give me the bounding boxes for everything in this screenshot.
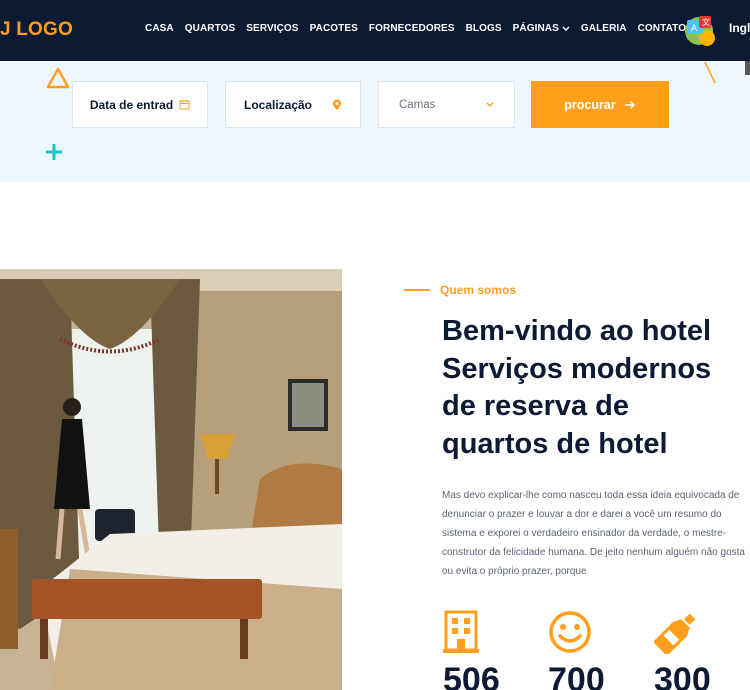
nav-item-paginas[interactable]: PÁGINAS [513, 23, 570, 34]
top-navbar: J LOGO CASA QUARTOS SERVIÇOS PACOTES FOR… [0, 0, 750, 61]
search-button-label: procurar [564, 97, 616, 112]
nav-item-fornecedores[interactable]: FORNECEDORES [369, 23, 455, 34]
beds-placeholder: Camas [399, 98, 436, 111]
arrow-right-icon [624, 100, 635, 109]
nav-item-quartos[interactable]: QUARTOS [185, 23, 236, 34]
nav-label: QUARTOS [184, 23, 236, 34]
svg-text:文: 文 [702, 17, 710, 27]
title-line: Bem-vindo ao hotel [442, 315, 712, 347]
stat-value-rooms: 506 [443, 661, 500, 690]
hotel-room-photo [0, 269, 342, 690]
chevron-down-icon [562, 26, 570, 31]
bottle-icon [654, 613, 696, 654]
nav-item-servicos[interactable]: SERVIÇOS [246, 23, 298, 34]
title-line: quartos de hotel [442, 427, 668, 460]
nav-label: PACOTES [309, 23, 358, 34]
building-icon [443, 610, 479, 653]
line-decoration-icon [704, 61, 716, 84]
nav-label: FORNECEDORES [368, 23, 455, 34]
svg-text:A: A [691, 24, 698, 34]
site-logo[interactable]: J LOGO [0, 19, 73, 41]
section-title: Bem-vindo ao hotel Serviços modernos de … [442, 313, 742, 463]
language-selector[interactable]: Ingl [729, 21, 750, 35]
triangle-decoration-icon [46, 67, 70, 89]
date-field-label: Data de entrad [89, 97, 174, 112]
nav-label: GALERIA [580, 23, 627, 34]
eyebrow-line [404, 289, 430, 291]
main-nav: CASA QUARTOS SERVIÇOS PACOTES FORNECEDOR… [145, 23, 686, 34]
booking-bar: Data de entrad Localização Camas procura… [0, 61, 750, 182]
nav-label: SERVIÇOS [246, 23, 299, 34]
search-button[interactable]: procurar [531, 81, 669, 128]
stat-value-awards: 300 [654, 661, 711, 690]
nav-item-casa[interactable]: CASA [145, 23, 174, 34]
plus-decoration-icon [46, 144, 62, 160]
check-in-date-field[interactable]: Data de entrad [72, 81, 208, 128]
location-field[interactable]: Localização [225, 81, 361, 128]
nav-label: BLOGS [465, 23, 502, 34]
nav-item-contato[interactable]: CONTATO [638, 23, 686, 34]
chevron-down-icon [486, 102, 494, 107]
stat-value-guests: 700 [548, 661, 605, 690]
nav-item-blogs[interactable]: BLOGS [466, 23, 502, 34]
scrollbar-thumb[interactable] [745, 61, 750, 75]
section-description: Mas devo explicar-lhe como nasceu toda e… [442, 490, 745, 577]
eyebrow-text: Quem somos [440, 283, 517, 297]
title-line: Serviços modernos [442, 352, 712, 385]
nav-label: CASA [145, 23, 174, 34]
title-line: de reserva de [442, 390, 630, 422]
smiley-icon [549, 611, 591, 653]
section-eyebrow: Quem somos [404, 283, 516, 297]
beds-select[interactable]: Camas [378, 81, 515, 128]
nav-item-galeria[interactable]: GALERIA [581, 23, 627, 34]
location-field-label: Localização [243, 97, 313, 112]
map-pin-icon [333, 99, 342, 110]
calendar-icon [179, 100, 190, 110]
nav-label: PÁGINAS [512, 23, 559, 34]
translate-icon[interactable]: 文 A [683, 14, 715, 46]
nav-label: CONTATO [637, 23, 687, 34]
nav-item-pacotes[interactable]: PACOTES [310, 23, 358, 34]
